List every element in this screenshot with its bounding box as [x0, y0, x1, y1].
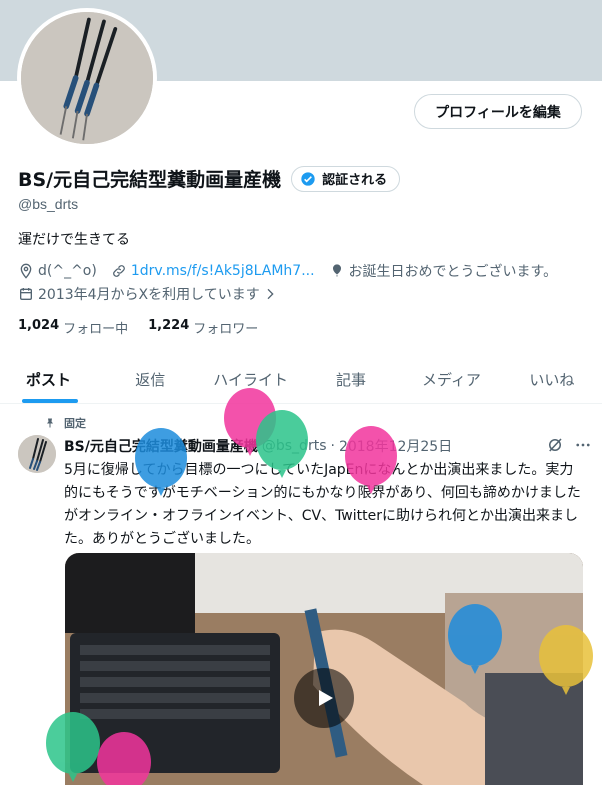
link-icon: [112, 265, 125, 277]
following-count: 1,024: [18, 318, 60, 333]
chevron-right-icon[interactable]: [262, 286, 278, 302]
post-separator: ·: [330, 438, 335, 454]
video-play-button[interactable]: [294, 668, 354, 728]
profile-location: d(^_^o): [38, 263, 97, 279]
post-text: 5月に復帰してから目標の一つにしていたJapEnになんとか出演出来ました。実力的…: [64, 462, 581, 547]
get-verified-label: 認証される: [322, 173, 388, 188]
tab-likes[interactable]: いいね: [502, 356, 602, 403]
tab-posts[interactable]: ポスト: [0, 356, 100, 403]
profile-birthday: お誕生日おめでとうございます。: [348, 264, 558, 280]
profile-bio: 運だけで生きてる: [18, 232, 130, 248]
followers-count: 1,224: [148, 318, 190, 333]
tab-replies[interactable]: 返信: [100, 356, 200, 403]
balloon-icon: [332, 264, 341, 277]
profile-avatar[interactable]: [17, 8, 157, 148]
tab-articles[interactable]: 記事: [301, 356, 401, 403]
following-link[interactable]: 1,024 フォロー中: [18, 318, 128, 337]
pin-icon: [47, 418, 53, 428]
followers-link[interactable]: 1,224 フォロワー: [148, 318, 258, 337]
post-author-name[interactable]: BS/元自己完結型糞動画量産機: [64, 436, 258, 456]
following-label: フォロー中: [63, 322, 129, 337]
grok-icon[interactable]: [546, 436, 564, 454]
profile-joined[interactable]: 2013年4月からXを利用しています: [38, 284, 260, 304]
verified-icon: [301, 171, 315, 186]
play-icon: [319, 690, 333, 706]
post-date[interactable]: 2018年12月25日: [339, 436, 452, 456]
post-author-handle[interactable]: @bs_drts: [262, 438, 327, 454]
display-name: BS/元自己完結型糞動画量産機: [18, 169, 282, 191]
more-icon[interactable]: [574, 436, 592, 454]
followers-label: フォロワー: [193, 322, 259, 337]
profile-url-link[interactable]: 1drv.ms/f/s!Ak5j8LAMh7...: [131, 263, 315, 279]
edit-profile-button[interactable]: プロフィールを編集: [414, 94, 582, 129]
tab-media[interactable]: メディア: [401, 356, 501, 403]
tab-highlights[interactable]: ハイライト: [200, 356, 300, 403]
pinned-label: 固定: [64, 417, 86, 430]
get-verified-button[interactable]: 認証される: [291, 165, 401, 192]
location-icon: [20, 263, 32, 279]
post-avatar[interactable]: [18, 435, 56, 473]
profile-tabs: ポスト 返信 ハイライト 記事 メディア いいね: [0, 356, 602, 404]
calendar-icon: [20, 288, 32, 300]
pinned-indicator: 固定: [44, 415, 86, 431]
profile-handle: @bs_drts: [18, 196, 79, 212]
